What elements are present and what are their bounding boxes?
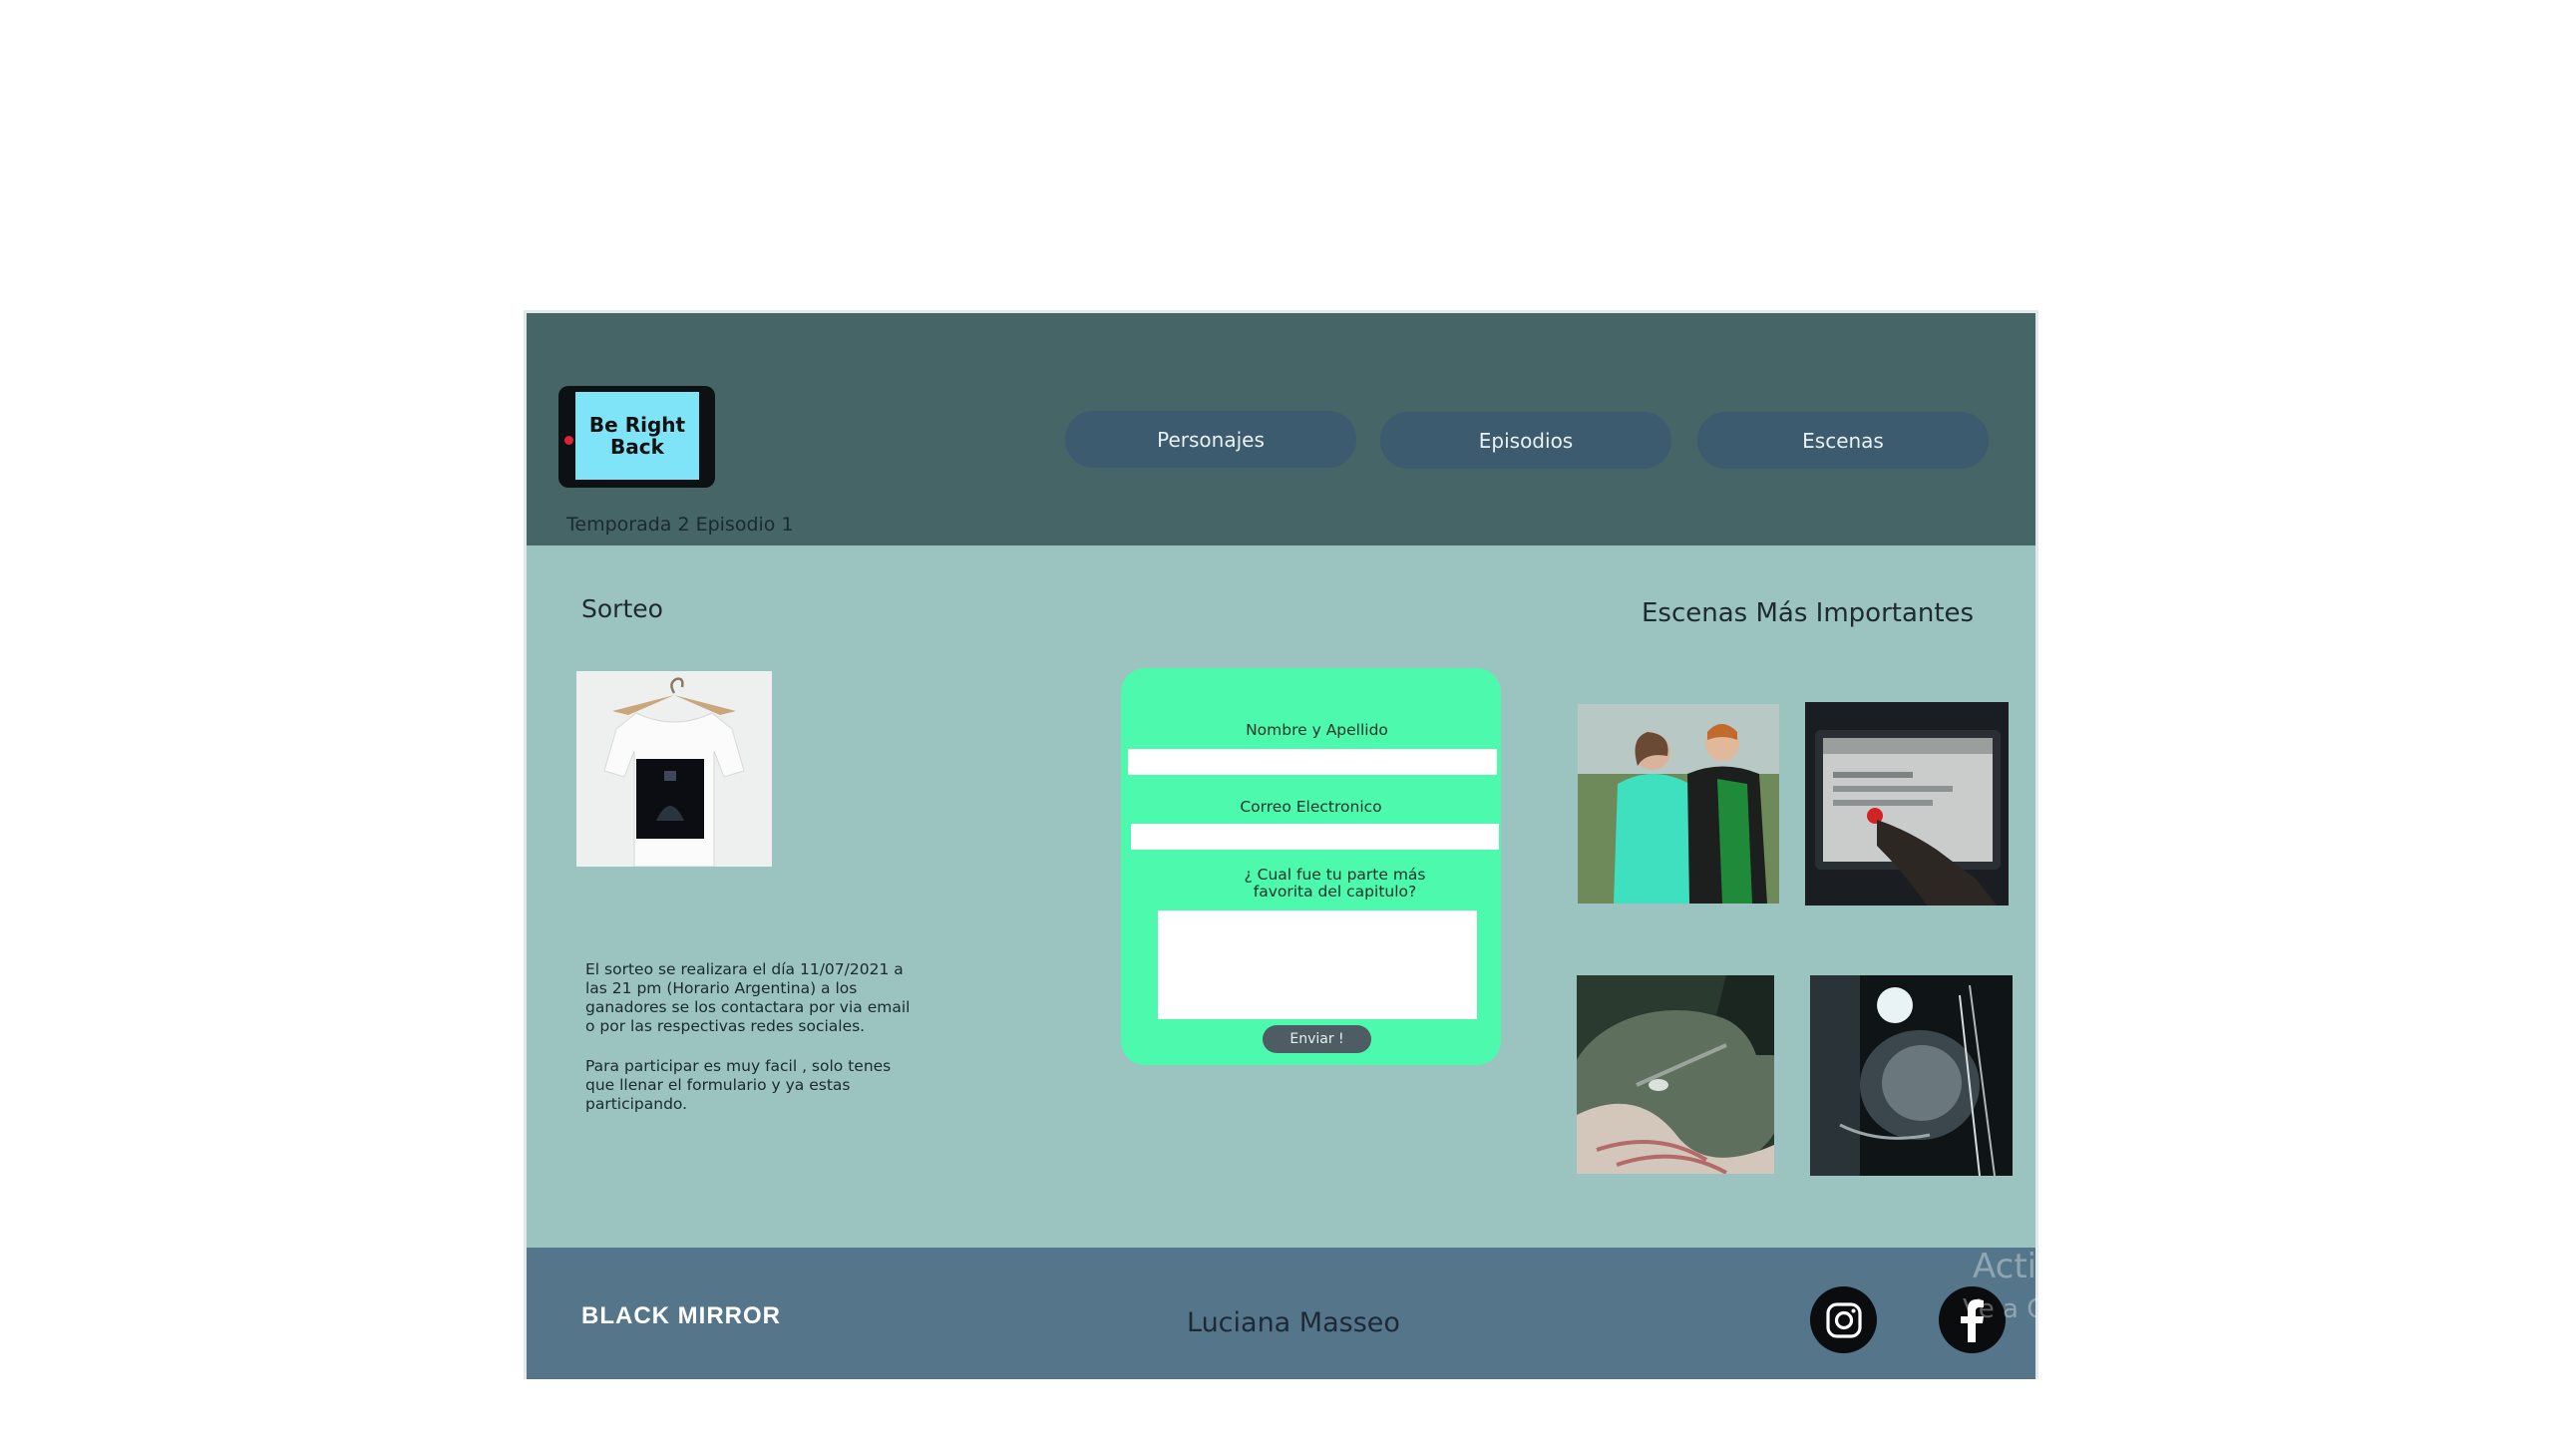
site-logo[interactable]: Be Right Back: [558, 386, 715, 488]
logo-record-dot: [564, 436, 573, 445]
email-label: Correo Electronico: [1240, 798, 1382, 816]
instagram-icon[interactable]: [1810, 1286, 1877, 1353]
question-label: ¿ Cual fue tu parte más favorita del cap…: [1244, 866, 1426, 901]
sorteo-paragraph-2: Para participar es muy facil , solo tene…: [585, 1057, 892, 1113]
contest-form: Nombre y Apellido Correo Electronico ¿ C…: [1121, 668, 1501, 1065]
nav-episodios-button[interactable]: Episodios: [1380, 412, 1671, 469]
email-input[interactable]: [1131, 824, 1499, 850]
tshirt-image: [576, 671, 772, 867]
scene-image-bathtub[interactable]: [1810, 975, 2013, 1176]
nav-escenas-button[interactable]: Escenas: [1697, 412, 1989, 469]
scene-image-tablet[interactable]: [1805, 702, 2009, 906]
black-mirror-logo: BLACK MIRROR: [581, 1302, 781, 1329]
episode-subtitle: Temporada 2 Episodio 1: [566, 514, 794, 536]
submit-button[interactable]: Enviar !: [1263, 1025, 1371, 1053]
name-label: Nombre y Apellido: [1246, 721, 1388, 739]
scene-image-couple[interactable]: [1578, 704, 1779, 904]
scene-image-implant[interactable]: [1577, 975, 1774, 1174]
nav-personajes-button[interactable]: Personajes: [1065, 411, 1356, 468]
sorteo-description: El sorteo se realizara el día 11/07/2021…: [585, 960, 915, 1135]
name-input[interactable]: [1128, 749, 1497, 775]
activation-watermark-line2: Ve a C: [1963, 1294, 2045, 1324]
sorteo-title: Sorteo: [581, 594, 663, 623]
favorite-part-textarea[interactable]: [1158, 910, 1477, 1019]
activation-watermark-line1: Activ: [1973, 1247, 2057, 1286]
escenas-title: Escenas Más Importantes: [1642, 598, 1975, 628]
author-name: Luciana Masseo: [1187, 1307, 1400, 1338]
sorteo-paragraph-1: El sorteo se realizara el día 11/07/2021…: [585, 960, 911, 1035]
logo-text: Be Right Back: [575, 392, 699, 480]
